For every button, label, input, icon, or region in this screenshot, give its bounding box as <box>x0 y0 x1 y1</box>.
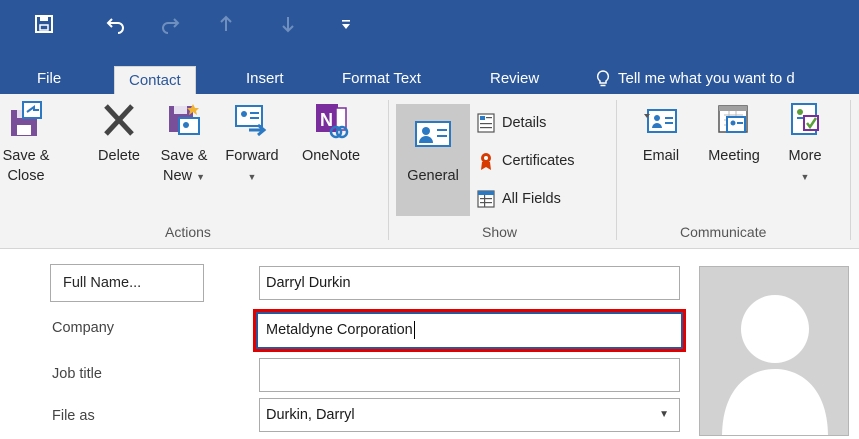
details-icon <box>476 113 496 133</box>
chevron-down-icon[interactable]: ▼ <box>659 399 669 431</box>
meeting-calendar-icon <box>715 100 753 140</box>
ribbon: Save & Close Delete Save & New ▼ Forward… <box>0 94 859 249</box>
customize-qat-icon[interactable] <box>332 10 360 38</box>
save-new-label-2: New ▼ <box>163 168 205 184</box>
quick-access-toolbar <box>0 0 859 64</box>
chevron-down-icon[interactable]: ▼ <box>801 172 810 182</box>
job-title-field[interactable] <box>259 358 680 392</box>
general-label: General <box>407 168 459 184</box>
group-separator <box>616 100 617 240</box>
file-as-dropdown[interactable]: Durkin, Darryl ▼ <box>259 398 680 432</box>
text-cursor <box>413 321 415 340</box>
all-fields-label: All Fields <box>502 191 561 207</box>
forward-dropdown[interactable]: ▼ <box>218 166 286 187</box>
chevron-down-icon[interactable]: ▼ <box>248 172 257 182</box>
file-as-value: Durkin, Darryl <box>266 407 355 423</box>
save-new-label-1: Save & <box>160 148 208 164</box>
group-separator <box>850 100 851 240</box>
save-close-label-1: Save & <box>2 148 50 164</box>
tab-review[interactable]: Review <box>490 64 539 94</box>
all-fields-button[interactable]: All Fields <box>476 188 561 210</box>
company-field[interactable]: Metaldyne Corporation <box>253 309 686 352</box>
svg-text:N: N <box>320 110 333 130</box>
delete-button[interactable]: Delete <box>88 100 150 166</box>
group-label-show: Show <box>482 224 518 240</box>
save-close-button[interactable]: Save & Close <box>0 100 52 186</box>
previous-item-icon[interactable] <box>212 10 240 38</box>
email-button[interactable]: Email <box>634 100 688 166</box>
group-label-actions: Actions <box>165 224 211 240</box>
group-separator <box>388 100 389 240</box>
onenote-label: OneNote <box>301 148 361 164</box>
tab-contact[interactable]: Contact <box>114 66 196 94</box>
certificates-label: Certificates <box>502 153 575 169</box>
email-label: Email <box>642 148 680 164</box>
next-item-icon[interactable] <box>274 10 302 38</box>
more-button[interactable]: More ▼ <box>780 100 830 187</box>
chevron-down-icon[interactable]: ▼ <box>196 172 205 182</box>
onenote-button[interactable]: N OneNote <box>290 100 372 166</box>
general-button[interactable]: General <box>396 104 470 216</box>
more-label: More <box>788 148 822 164</box>
full-name-field[interactable]: Darryl Durkin <box>259 266 680 300</box>
contact-form: Full Name... Darryl Durkin Company Metal… <box>0 250 859 439</box>
certificate-ribbon-icon <box>476 151 496 171</box>
forward-label: Forward <box>225 148 279 164</box>
full-name-button[interactable]: Full Name... <box>50 264 204 302</box>
save-close-icon <box>7 100 45 140</box>
file-as-label: File as <box>52 408 95 424</box>
group-label-communicate: Communicate <box>680 224 767 240</box>
forward-icon <box>233 100 271 140</box>
save-new-icon <box>165 100 203 140</box>
save-icon[interactable] <box>30 10 58 38</box>
onenote-icon: N <box>312 100 350 140</box>
redo-icon[interactable] <box>156 10 184 38</box>
email-contact-icon <box>642 100 680 140</box>
details-button[interactable]: Details <box>476 112 546 134</box>
job-title-label: Job title <box>52 366 102 382</box>
contact-photo[interactable] <box>699 266 849 436</box>
person-placeholder-icon <box>722 295 828 435</box>
more-clipboard-icon <box>786 100 824 140</box>
tab-file[interactable]: File <box>37 64 61 94</box>
company-value: Metaldyne Corporation <box>266 322 413 338</box>
lightbulb-icon <box>596 70 610 93</box>
save-new-button[interactable]: Save & New ▼ <box>154 100 214 187</box>
save-close-label-2: Close <box>7 168 45 184</box>
tell-me-search[interactable]: Tell me what you want to d <box>618 64 795 94</box>
more-dropdown[interactable]: ▼ <box>780 166 830 187</box>
meeting-label: Meeting <box>708 148 760 164</box>
details-label: Details <box>502 115 547 131</box>
ribbon-tab-bar: File Contact Insert Format Text Review T… <box>0 64 859 94</box>
tab-insert[interactable]: Insert <box>246 64 284 94</box>
tab-format-text[interactable]: Format Text <box>342 64 421 94</box>
meeting-button[interactable]: Meeting <box>696 100 772 166</box>
all-fields-icon <box>476 189 496 209</box>
contact-card-icon <box>414 112 452 157</box>
company-label: Company <box>52 320 115 336</box>
company-input[interactable]: Metaldyne Corporation <box>256 312 683 349</box>
delete-icon <box>100 100 138 140</box>
undo-icon[interactable] <box>102 10 130 38</box>
delete-label: Delete <box>98 148 140 164</box>
forward-button[interactable]: Forward ▼ <box>218 100 286 187</box>
certificates-button[interactable]: Certificates <box>476 150 575 172</box>
